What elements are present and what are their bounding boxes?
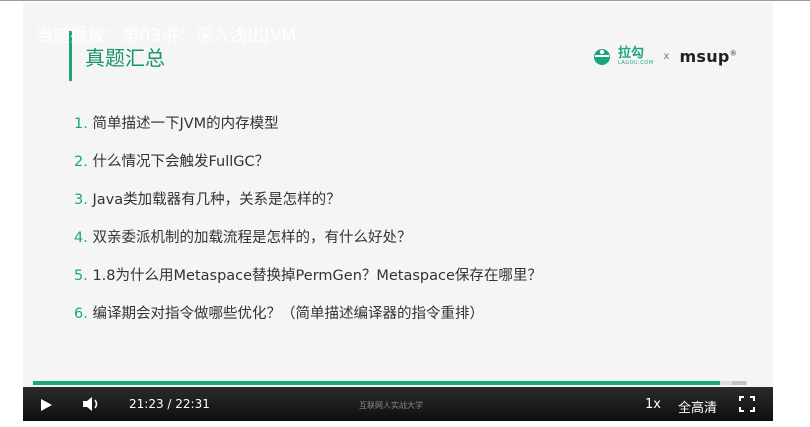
- progress-bar[interactable]: [33, 381, 747, 385]
- top-border: [0, 0, 810, 1]
- slide-title: 真题汇总: [85, 46, 165, 70]
- question-number: 4.: [74, 230, 88, 246]
- question-text: 1.8为什么用Metaspace替换掉PermGen？Metaspace保存在哪…: [92, 268, 542, 284]
- question-list: 1. 简单描述一下JVM的内存模型 2. 什么情况下会触发FullGC？ 3. …: [74, 114, 542, 342]
- lagou-logo-text: 拉勾 LAGOU.COM: [618, 47, 654, 66]
- list-item: 4. 双亲委派机制的加载流程是怎样的，有什么好处？: [74, 228, 542, 248]
- play-icon[interactable]: [39, 397, 53, 416]
- question-number: 6.: [74, 306, 88, 322]
- question-number: 5.: [74, 268, 88, 284]
- question-text: 什么情况下会触发FullGC？: [92, 154, 270, 170]
- video-player[interactable]: 当前播放：第03讲：深入浅出JVM 真题汇总 拉勾 LAGOU.COM x ms…: [23, 2, 773, 421]
- question-text: 编译期会对指令做哪些优化？（简单描述编译器的指令重排）: [92, 306, 484, 322]
- lagou-logo-icon: [592, 46, 612, 66]
- list-item: 3. Java类加载器有几种，关系是怎样的？: [74, 190, 542, 210]
- partner-logos: 拉勾 LAGOU.COM x msup®: [592, 46, 737, 66]
- watermark-text: 互联网人实战大学: [359, 401, 423, 410]
- question-number: 2.: [74, 154, 88, 170]
- msup-registered-mark: ®: [729, 49, 737, 58]
- question-text: 简单描述一下JVM的内存模型: [92, 116, 279, 132]
- question-number: 1.: [74, 116, 88, 132]
- msup-logo-text: msup: [679, 46, 730, 66]
- control-bar: 21:23 / 22:31 互联网人实战大学 1x 全高清: [23, 387, 773, 421]
- msup-logo: msup®: [679, 47, 737, 66]
- time-display: 21:23 / 22:31: [129, 397, 210, 411]
- now-playing-title: 当前播放：第03讲：深入浅出JVM: [36, 26, 297, 46]
- speed-button[interactable]: 1x: [645, 397, 661, 412]
- quality-button[interactable]: 全高清: [678, 397, 717, 416]
- logo-separator: x: [663, 50, 670, 62]
- lagou-sub: LAGOU.COM: [617, 59, 654, 66]
- list-item: 5. 1.8为什么用Metaspace替换掉PermGen？Metaspace保…: [74, 266, 542, 286]
- question-text: Java类加载器有几种，关系是怎样的？: [92, 192, 341, 208]
- lagou-name: 拉勾: [617, 45, 644, 61]
- list-item: 6. 编译期会对指令做哪些优化？（简单描述编译器的指令重排）: [74, 304, 542, 324]
- progress-fill: [33, 381, 721, 385]
- fullscreen-icon[interactable]: [739, 396, 755, 416]
- buffered-segment: [732, 381, 746, 385]
- volume-icon[interactable]: [82, 396, 102, 416]
- question-number: 3.: [74, 192, 88, 208]
- list-item: 1. 简单描述一下JVM的内存模型: [74, 114, 542, 134]
- question-text: 双亲委派机制的加载流程是怎样的，有什么好处？: [92, 230, 412, 246]
- list-item: 2. 什么情况下会触发FullGC？: [74, 152, 542, 172]
